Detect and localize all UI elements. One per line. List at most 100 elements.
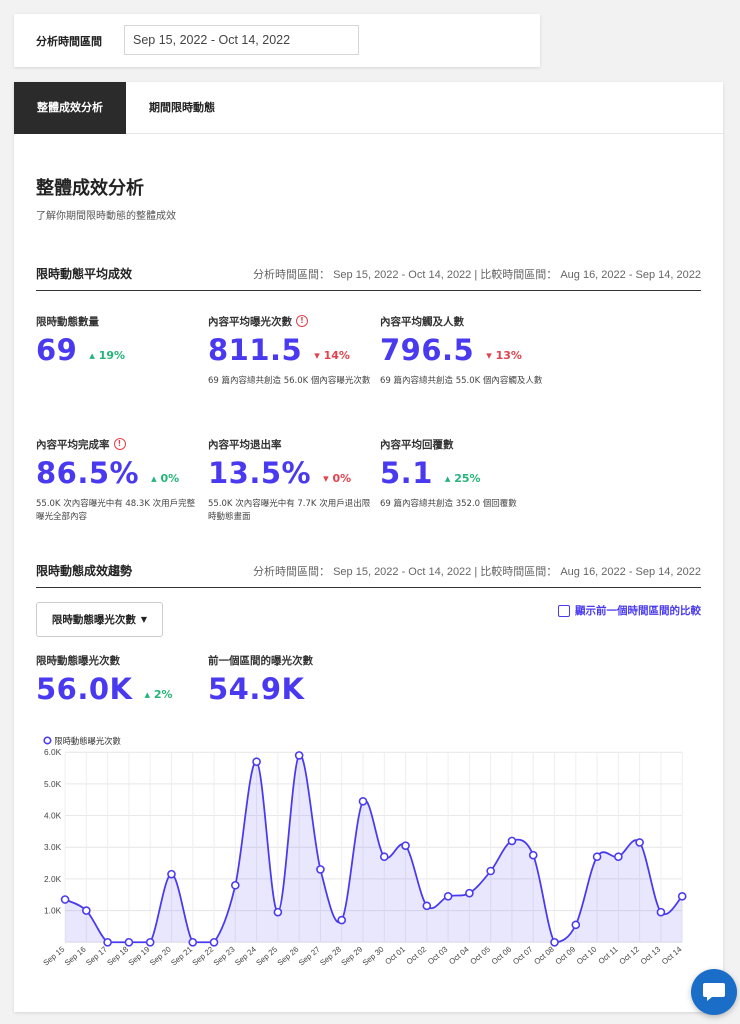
- x-tick-label: Oct 07: [511, 945, 534, 967]
- x-tick-label: Oct 06: [490, 944, 514, 966]
- data-point: [358, 797, 368, 806]
- metric-avg-reach: 內容平均觸及人數 796.5 ▾ 13% 69 篇內容總共創造 55.0K 個內…: [380, 313, 545, 388]
- metric-label: 內容平均回覆數: [380, 438, 454, 451]
- caret-down-icon: ▾: [323, 472, 329, 485]
- compare-label: 顯示前一個時間區間的比較: [575, 605, 701, 617]
- x-tick-label: Oct 05: [469, 944, 493, 966]
- metric-value: 69: [36, 333, 78, 367]
- x-tick-label: Sep 22: [191, 945, 216, 968]
- data-point: [507, 836, 517, 846]
- x-tick-label: Sep 30: [361, 944, 386, 967]
- data-point: [528, 850, 538, 860]
- metric-change-value: 19%: [98, 349, 126, 362]
- x-tick-label: Oct 09: [554, 945, 577, 967]
- date-range-input[interactable]: Sep 15, 2022 - Oct 14, 2022: [124, 25, 359, 55]
- metric-description: 69 篇內容總共創造 352.0 個回覆數: [380, 499, 517, 509]
- trend-stat-previous-impressions: 前一個區間的曝光次數 54.9K: [208, 652, 373, 707]
- data-point: [614, 852, 623, 862]
- metric-change-value: 25%: [454, 472, 481, 485]
- metric-change-down: ▾ 13%: [486, 349, 522, 362]
- data-point: [550, 937, 559, 947]
- metric-value: 811.5: [208, 333, 303, 367]
- data-point: [486, 866, 495, 876]
- x-tick-label: Sep 16: [63, 944, 88, 967]
- metric-label: 內容平均曝光次數: [208, 315, 292, 328]
- trend-section-meta: 分析時間區間： Sep 15, 2022 - Oct 14, 2022 | 比較…: [253, 566, 701, 578]
- x-tick-label: Sep 18: [105, 944, 130, 967]
- data-point: [252, 757, 261, 767]
- data-point: [465, 888, 474, 898]
- metric-change-value: 14%: [323, 349, 350, 362]
- metric-label: 內容平均退出率: [208, 438, 282, 451]
- tab-period-stories[interactable]: 期間限時動態: [126, 82, 238, 134]
- metric-avg-exit-rate: 內容平均退出率 13.5% ▾ 0% 55.0K 次內容曝光中有 7.7K 次用…: [208, 436, 373, 524]
- chat-button[interactable]: [691, 969, 737, 1015]
- legend-label: 限時動態曝光次數: [54, 736, 121, 746]
- tab-overall-analysis[interactable]: 整體成效分析: [14, 82, 126, 134]
- y-tick-label: 2.0K: [44, 874, 62, 884]
- caret-up-icon: ▴: [144, 688, 151, 701]
- x-tick-label: Oct 04: [447, 944, 471, 966]
- data-point: [103, 937, 112, 947]
- y-tick-label: 5.0K: [44, 779, 62, 789]
- compare-checkbox[interactable]: [558, 604, 570, 617]
- page-subtitle: 了解你期間限時動態的整體成效: [36, 211, 176, 222]
- summary-section-meta: 分析時間區間： Sep 15, 2022 - Oct 14, 2022 | 比較…: [253, 269, 701, 281]
- dropdown-selected-value: 限時動態曝光次數: [51, 614, 136, 626]
- caret-down-icon: ▼: [140, 615, 148, 624]
- chat-bubble-icon: [703, 983, 725, 1001]
- date-filter-card: 分析時間區間 Sep 15, 2022 - Oct 14, 2022: [14, 14, 540, 67]
- data-point: [188, 937, 198, 947]
- data-point: [209, 937, 219, 947]
- info-circle-icon[interactable]: !: [296, 315, 308, 327]
- data-point: [145, 937, 155, 947]
- date-range-value: Sep 15, 2022 - Oct 14, 2022: [133, 33, 291, 47]
- x-tick-label: Oct 13: [639, 944, 663, 966]
- x-tick-label: Sep 26: [276, 944, 301, 967]
- compare-previous-toggle[interactable]: 顯示前一個時間區間的比較: [558, 603, 701, 618]
- data-point: [656, 907, 666, 917]
- data-point: [422, 901, 432, 911]
- data-point: [167, 869, 176, 879]
- y-tick-label: 4.0K: [44, 811, 62, 821]
- metric-label: 限時動態數量: [36, 315, 99, 328]
- x-tick-label: Sep 28: [318, 944, 343, 967]
- trend-section-header: 限時動態成效趨勢 分析時間區間： Sep 15, 2022 - Oct 14, …: [36, 562, 701, 588]
- caret-up-icon: ▴: [89, 349, 95, 362]
- trend-stat-impressions: 限時動態曝光次數 56.0K ▴ 2%: [36, 652, 201, 707]
- x-tick-label: Sep 29: [339, 945, 364, 968]
- data-point: [316, 865, 325, 874]
- page-title: 整體成效分析: [36, 178, 144, 199]
- x-tick-label: Sep 23: [212, 944, 237, 967]
- metric-description: 55.0K 次內容曝光中有 7.7K 次用戶退出限時動態畫面: [208, 499, 371, 522]
- caret-up-icon: ▴: [151, 472, 157, 485]
- metric-avg-completion: 內容平均完成率! 86.5% ▴ 0% 55.0K 次內容曝光中有 48.3K …: [36, 436, 201, 524]
- data-point: [337, 915, 347, 925]
- metric-value: 796.5: [380, 333, 475, 367]
- y-tick-label: 1.0K: [44, 906, 62, 916]
- data-point: [443, 892, 453, 901]
- metric-change-down: ▾ 14%: [314, 349, 350, 362]
- x-tick-label: Oct 03: [426, 944, 450, 966]
- x-tick-label: Sep 25: [254, 944, 279, 967]
- date-filter-label: 分析時間區間: [36, 35, 102, 48]
- x-tick-label: Oct 12: [617, 945, 640, 967]
- metric-description: 69 篇內容總共創造 55.0K 個內容觸及人數: [380, 376, 543, 386]
- metric-change-value: 13%: [495, 349, 522, 362]
- info-circle-icon[interactable]: !: [113, 438, 126, 450]
- x-tick-label: Sep 27: [297, 945, 322, 968]
- data-point: [677, 892, 687, 901]
- metric-value: 86.5%: [36, 456, 140, 490]
- x-tick-label: Sep 15: [42, 944, 67, 967]
- x-tick-label: Oct 02: [405, 945, 428, 967]
- data-point: [82, 906, 91, 915]
- data-point: [294, 751, 304, 760]
- metric-select-dropdown[interactable]: 限時動態曝光次數 ▼: [36, 602, 163, 637]
- x-tick-label: Sep 17: [84, 945, 109, 968]
- metric-label: 內容平均觸及人數: [380, 315, 464, 328]
- data-point: [571, 920, 581, 930]
- x-tick-label: Oct 11: [597, 945, 620, 966]
- impressions-trend-chart: 1.0K2.0K3.0K4.0K5.0K6.0KSep 15Sep 16Sep …: [42, 736, 687, 968]
- legend-marker: [43, 736, 52, 745]
- x-tick-label: Oct 01: [383, 945, 406, 967]
